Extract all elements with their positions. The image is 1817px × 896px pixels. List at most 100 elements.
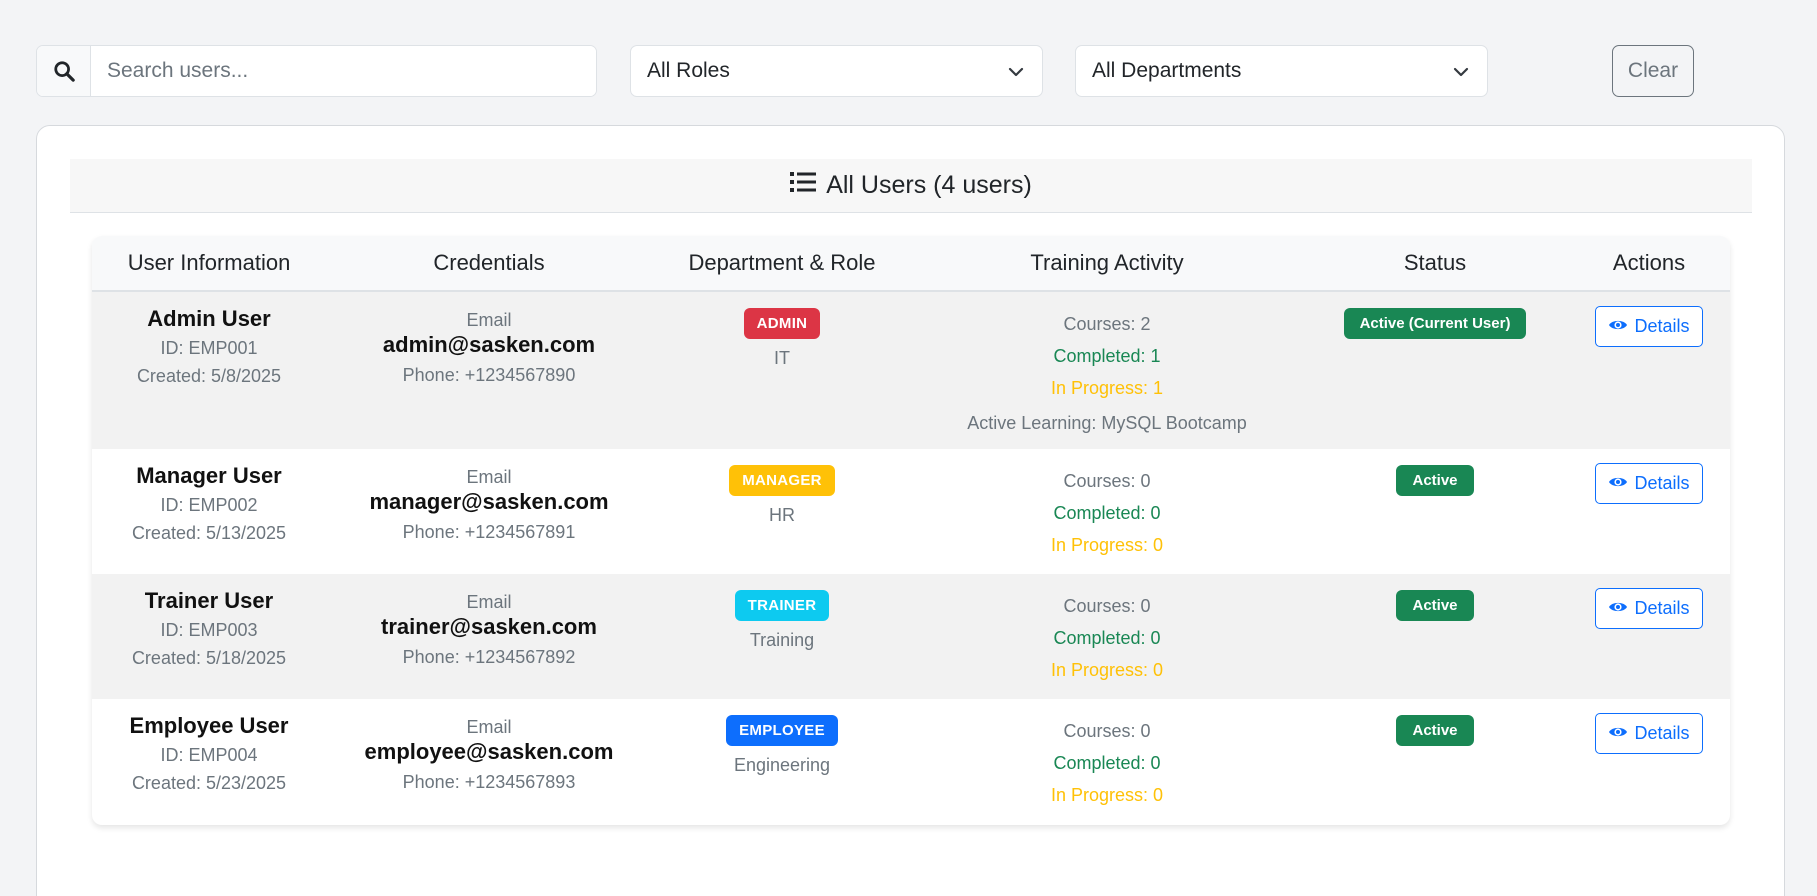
in-progress-count: In Progress: 0 [1050, 785, 1164, 805]
filter-bar: All Roles All Departments Clear [36, 45, 1796, 97]
user-phone: Phone: +1234567893 [402, 772, 576, 792]
role-badge: MANAGER [729, 465, 835, 496]
in-progress-count: In Progress: 0 [1050, 660, 1164, 680]
users-card: All Users (4 users) User Information Cre… [36, 125, 1785, 896]
role-badge: TRAINER [734, 590, 830, 621]
user-id: ID: EMP003 [160, 620, 258, 640]
completed-count: Completed: 1 [1053, 346, 1161, 366]
chevron-down-icon [1008, 59, 1024, 83]
user-id: ID: EMP004 [160, 745, 258, 765]
details-label: Details [1634, 473, 1690, 493]
courses-count: Courses: 2 [1063, 314, 1151, 334]
status-cell: Active [1302, 699, 1568, 746]
user-email: trainer@sasken.com [381, 614, 597, 639]
user-created: Created: 5/23/2025 [131, 773, 287, 793]
user-email: admin@sasken.com [382, 332, 596, 357]
department-role: TRAINER Training [652, 574, 912, 653]
email-label: Email [466, 467, 512, 487]
details-label: Details [1634, 316, 1690, 336]
status-badge: Active (Current User) [1343, 308, 1527, 339]
eye-icon [1608, 598, 1628, 619]
in-progress-count: In Progress: 1 [1050, 378, 1164, 398]
actions-cell: Details [1568, 292, 1730, 347]
email-label: Email [466, 717, 512, 737]
user-id: ID: EMP002 [160, 495, 258, 515]
credentials: Email employee@sasken.com Phone: +123456… [326, 699, 652, 797]
status-cell: Active [1302, 449, 1568, 496]
user-name: Admin User [147, 306, 271, 331]
completed-count: Completed: 0 [1053, 628, 1161, 648]
user-phone: Phone: +1234567892 [402, 647, 576, 667]
department-role: ADMIN IT [652, 292, 912, 371]
credentials: Email manager@sasken.com Phone: +1234567… [326, 449, 652, 547]
courses-count: Courses: 0 [1063, 721, 1151, 741]
list-icon [790, 171, 817, 200]
courses-count: Courses: 0 [1063, 471, 1151, 491]
department-role: MANAGER HR [652, 449, 912, 528]
role-select[interactable]: All Roles [630, 45, 1043, 97]
email-label: Email [466, 310, 512, 330]
details-button[interactable]: Details [1595, 588, 1703, 629]
table-row: Trainer User ID: EMP003 Created: 5/18/20… [92, 574, 1730, 699]
card-header: All Users (4 users) [70, 159, 1752, 213]
user-phone: Phone: +1234567890 [402, 365, 576, 385]
search-group [36, 45, 597, 97]
user-info: Employee User ID: EMP004 Created: 5/23/2… [92, 699, 326, 795]
table-header-row: User Information Credentials Department … [92, 236, 1730, 291]
credentials: Email trainer@sasken.com Phone: +1234567… [326, 574, 652, 672]
search-input[interactable] [91, 46, 596, 96]
table-row: Admin User ID: EMP001 Created: 5/8/2025 … [92, 291, 1730, 449]
card-title: All Users (4 users) [826, 171, 1032, 199]
user-info: Manager User ID: EMP002 Created: 5/13/20… [92, 449, 326, 545]
details-button[interactable]: Details [1595, 713, 1703, 754]
completed-count: Completed: 0 [1053, 753, 1161, 773]
user-name: Employee User [129, 713, 289, 738]
status-cell: Active (Current User) [1302, 292, 1568, 339]
department-select[interactable]: All Departments [1075, 45, 1488, 97]
actions-cell: Details [1568, 574, 1730, 629]
column-header[interactable]: Credentials [326, 236, 652, 291]
eye-icon [1608, 316, 1628, 337]
actions-cell: Details [1568, 699, 1730, 754]
search-icon[interactable] [37, 46, 91, 96]
department-label: Training [749, 630, 815, 650]
user-name: Trainer User [144, 588, 274, 613]
users-table: User Information Credentials Department … [92, 236, 1730, 825]
completed-count: Completed: 0 [1053, 503, 1161, 523]
status-cell: Active [1302, 574, 1568, 621]
user-id: ID: EMP001 [160, 338, 258, 358]
user-info: Trainer User ID: EMP003 Created: 5/18/20… [92, 574, 326, 670]
user-name: Manager User [136, 463, 282, 488]
clear-button[interactable]: Clear [1612, 45, 1694, 97]
training-activity: Courses: 0 Completed: 0 In Progress: 0 [912, 699, 1302, 811]
eye-icon [1608, 723, 1628, 744]
training-activity: Courses: 2 Completed: 1 In Progress: 1 A… [912, 292, 1302, 438]
user-created: Created: 5/18/2025 [131, 648, 287, 668]
role-badge: ADMIN [743, 308, 821, 339]
user-created: Created: 5/8/2025 [136, 366, 282, 386]
details-button[interactable]: Details [1595, 306, 1703, 347]
user-created: Created: 5/13/2025 [131, 523, 287, 543]
training-activity: Courses: 0 Completed: 0 In Progress: 0 [912, 574, 1302, 686]
department-label: HR [769, 505, 795, 525]
user-phone: Phone: +1234567891 [402, 522, 576, 542]
column-header[interactable]: Status [1302, 236, 1568, 291]
role-badge: EMPLOYEE [726, 715, 838, 746]
table-row: Employee User ID: EMP004 Created: 5/23/2… [92, 699, 1730, 825]
department-label: Engineering [733, 755, 831, 775]
actions-cell: Details [1568, 449, 1730, 504]
role-select-value: All Roles [647, 59, 730, 82]
email-label: Email [466, 592, 512, 612]
department-role: EMPLOYEE Engineering [652, 699, 912, 778]
active-learning: Active Learning: MySQL Bootcamp [967, 413, 1247, 433]
column-header[interactable]: User Information [92, 236, 326, 291]
column-header[interactable]: Training Activity [912, 236, 1302, 291]
column-header[interactable]: Department & Role [652, 236, 912, 291]
user-email: manager@sasken.com [369, 489, 609, 514]
column-header[interactable]: Actions [1568, 236, 1730, 291]
details-button[interactable]: Details [1595, 463, 1703, 504]
details-label: Details [1634, 598, 1690, 618]
table-row: Manager User ID: EMP002 Created: 5/13/20… [92, 449, 1730, 574]
in-progress-count: In Progress: 0 [1050, 535, 1164, 555]
details-label: Details [1634, 723, 1690, 743]
